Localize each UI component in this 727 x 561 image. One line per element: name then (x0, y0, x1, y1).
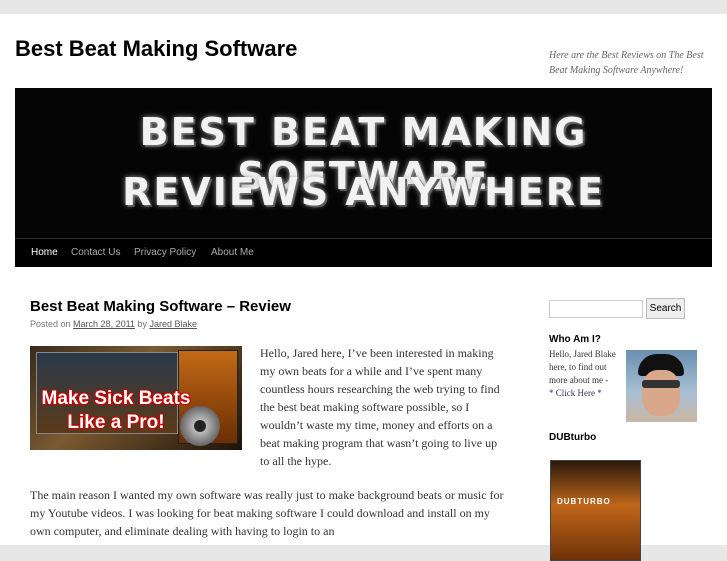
nav-item-privacy-policy[interactable]: Privacy Policy (134, 247, 196, 258)
page: Best Beat Making Software Here are the B… (0, 14, 727, 561)
whoami-body: Hello, Jared Blake here, to find out mor… (549, 349, 616, 385)
posted-on-label: Posted on (30, 319, 71, 329)
nav-item-contact-us[interactable]: Contact Us (71, 247, 120, 258)
search-button[interactable]: Search (646, 298, 685, 319)
post-meta: Posted on March 28, 2011 by Jared Blake (30, 319, 197, 329)
image-caption-1: Make Sick Beats (41, 388, 191, 409)
search-input[interactable] (549, 300, 643, 318)
image-caption-2: Like a Pro! (67, 412, 165, 433)
site-title[interactable]: Best Beat Making Software (15, 36, 297, 62)
avatar (626, 350, 697, 422)
post-date-link[interactable]: March 28, 2011 (73, 319, 135, 329)
banner-line-2: REVIEWS ANYWHERE (122, 170, 605, 214)
dubturbo-product-image[interactable]: DUBTURBO (550, 460, 641, 561)
dubturbo-title: DUBturbo (549, 432, 597, 443)
nav-item-about-me[interactable]: About Me (211, 247, 254, 258)
header-banner: BEST BEAT MAKING SOFTWARE REVIEWS ANYWHE… (15, 88, 712, 239)
post-paragraph: The main reason I wanted my own software… (30, 488, 504, 538)
face-shape (642, 370, 680, 416)
post-title[interactable]: Best Beat Making Software – Review (30, 298, 291, 315)
post-image[interactable]: Make Sick Beats Like a Pro! (30, 346, 242, 450)
nav-item-home[interactable]: Home (31, 247, 58, 258)
product-logo: DUBTURBO (557, 497, 611, 506)
sunglasses-shape (642, 380, 680, 388)
whoami-title: Who Am I? (549, 334, 601, 345)
whoami-text: Hello, Jared Blake here, to find out mor… (549, 348, 621, 400)
site-description: Here are the Best Reviews on The Best Be… (549, 50, 704, 76)
author-link[interactable]: Jared Blake (149, 319, 197, 329)
by-label: by (137, 319, 147, 329)
post-intro: Hello, Jared here, I’ve been interested … (260, 346, 500, 468)
main-nav: Home Contact Us Privacy Policy About Me (15, 239, 712, 267)
whoami-link[interactable]: * Click Here * (549, 388, 602, 398)
